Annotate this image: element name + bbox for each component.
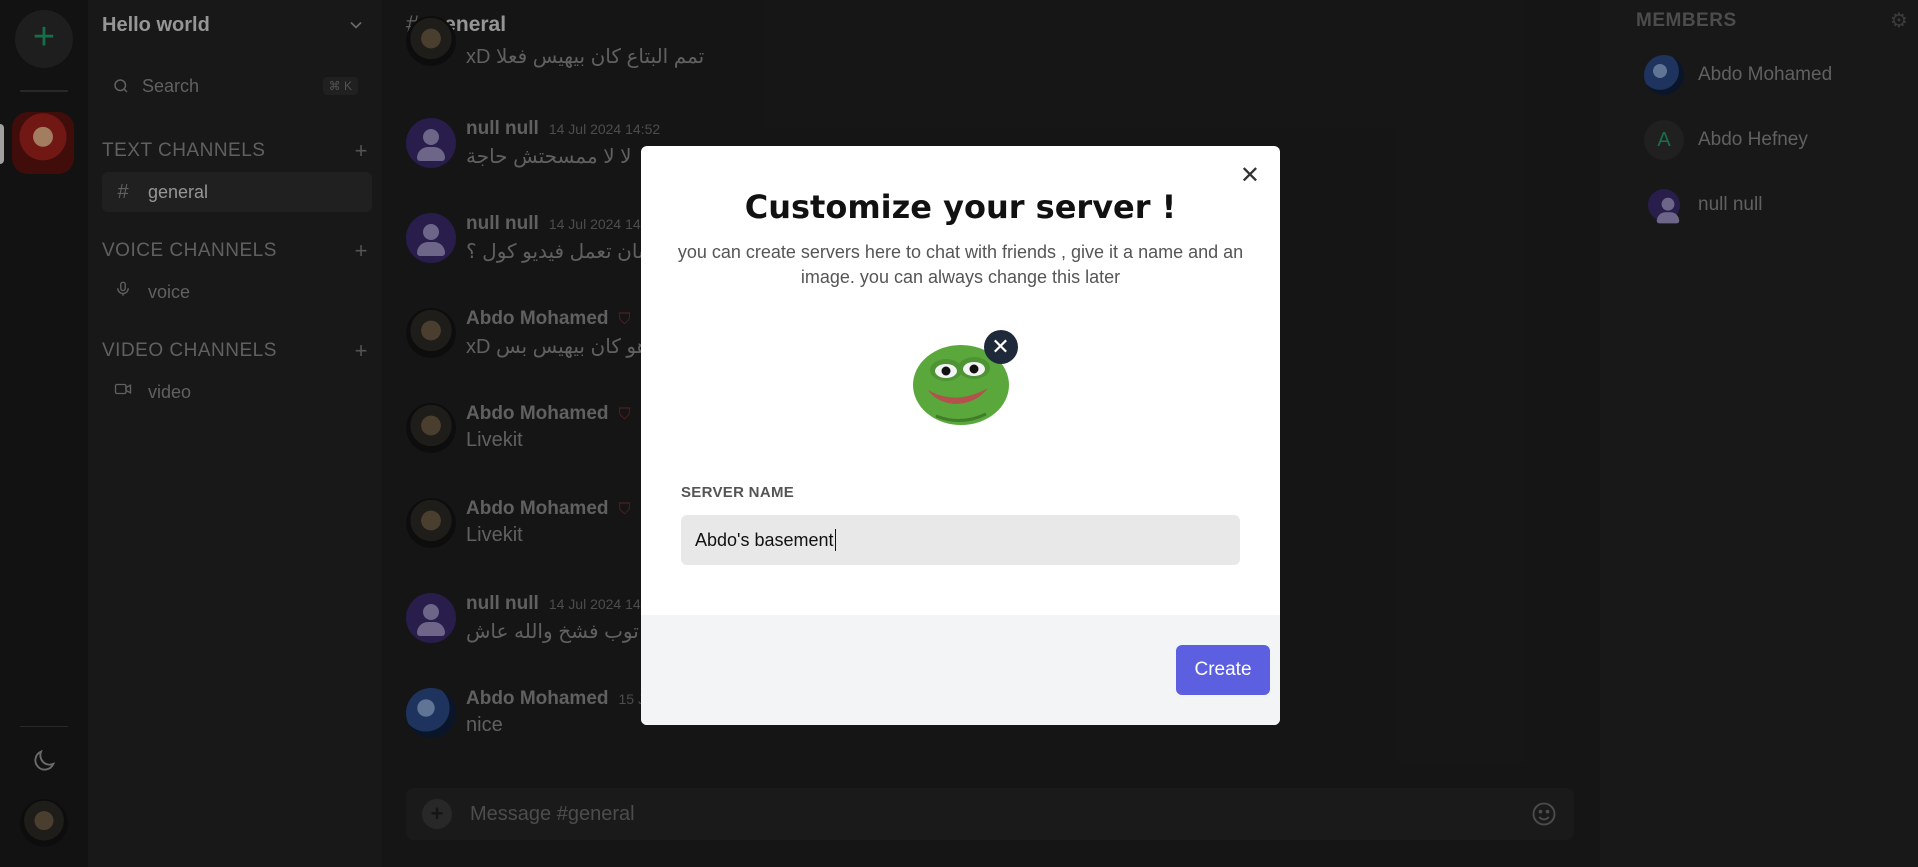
close-icon[interactable]: ✕	[1240, 164, 1260, 188]
customize-server-modal: ✕ Customize your server ! you can create…	[641, 146, 1280, 725]
modal-footer: Create	[641, 615, 1280, 725]
modal-description: you can create servers here to chat with…	[677, 242, 1244, 287]
server-name-label: SERVER NAME	[681, 484, 795, 501]
modal-title: Customize your server !	[744, 188, 1177, 226]
text-cursor	[834, 529, 836, 551]
remove-image-button[interactable]: ✕	[983, 330, 1018, 364]
server-name-value: Abdo's basement	[695, 529, 834, 550]
server-name-input[interactable]: Abdo's basement	[681, 515, 1240, 565]
server-image-preview[interactable]: ✕	[906, 330, 1018, 430]
create-button[interactable]: Create	[1176, 645, 1270, 695]
